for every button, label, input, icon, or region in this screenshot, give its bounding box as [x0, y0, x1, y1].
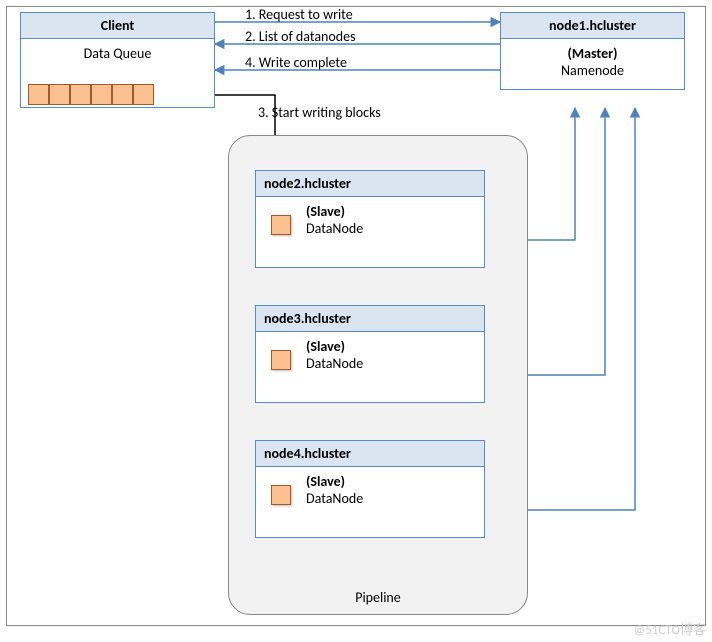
- queue-cell: [49, 84, 70, 105]
- datanode-role: (Slave): [306, 203, 345, 220]
- datanode-daemon: DataNode: [306, 220, 480, 237]
- queue-cell: [70, 84, 91, 105]
- queue-cell: [112, 84, 133, 105]
- data-block-icon: [271, 485, 291, 505]
- master-title: node1.hcluster: [501, 13, 684, 39]
- datanode-daemon: DataNode: [306, 355, 480, 372]
- master-daemon: Namenode: [505, 62, 680, 79]
- data-queue: [28, 84, 154, 105]
- master-box: node1.hcluster (Master) Namenode: [500, 12, 685, 90]
- queue-cell: [28, 84, 49, 105]
- datanode-role: (Slave): [306, 473, 345, 490]
- datanode-box: node3.hcluster (Slave) DataNode: [255, 305, 485, 403]
- arrow-label-1: 1. Request to write: [245, 6, 353, 23]
- datanode-role: (Slave): [306, 338, 345, 355]
- master-role: (Master): [567, 45, 617, 62]
- client-title: Client: [21, 13, 214, 39]
- data-block-icon: [271, 215, 291, 235]
- queue-cell: [91, 84, 112, 105]
- data-block-icon: [271, 350, 291, 370]
- watermark: @51CTO博客: [634, 619, 706, 638]
- datanode-box: node4.hcluster (Slave) DataNode: [255, 440, 485, 538]
- arrow-label-2: 2. List of datanodes: [245, 28, 356, 45]
- pipeline-label: Pipeline: [229, 589, 527, 606]
- arrow-label-3: 3. Start writing blocks: [258, 104, 381, 121]
- datanode-title: node2.hcluster: [256, 171, 484, 197]
- datanode-title: node4.hcluster: [256, 441, 484, 467]
- datanode-box: node2.hcluster (Slave) DataNode: [255, 170, 485, 268]
- datanode-daemon: DataNode: [306, 490, 480, 507]
- queue-cell: [133, 84, 154, 105]
- datanode-title: node3.hcluster: [256, 306, 484, 332]
- data-queue-label: Data Queue: [25, 45, 210, 62]
- arrow-label-4: 4. Write complete: [245, 54, 347, 71]
